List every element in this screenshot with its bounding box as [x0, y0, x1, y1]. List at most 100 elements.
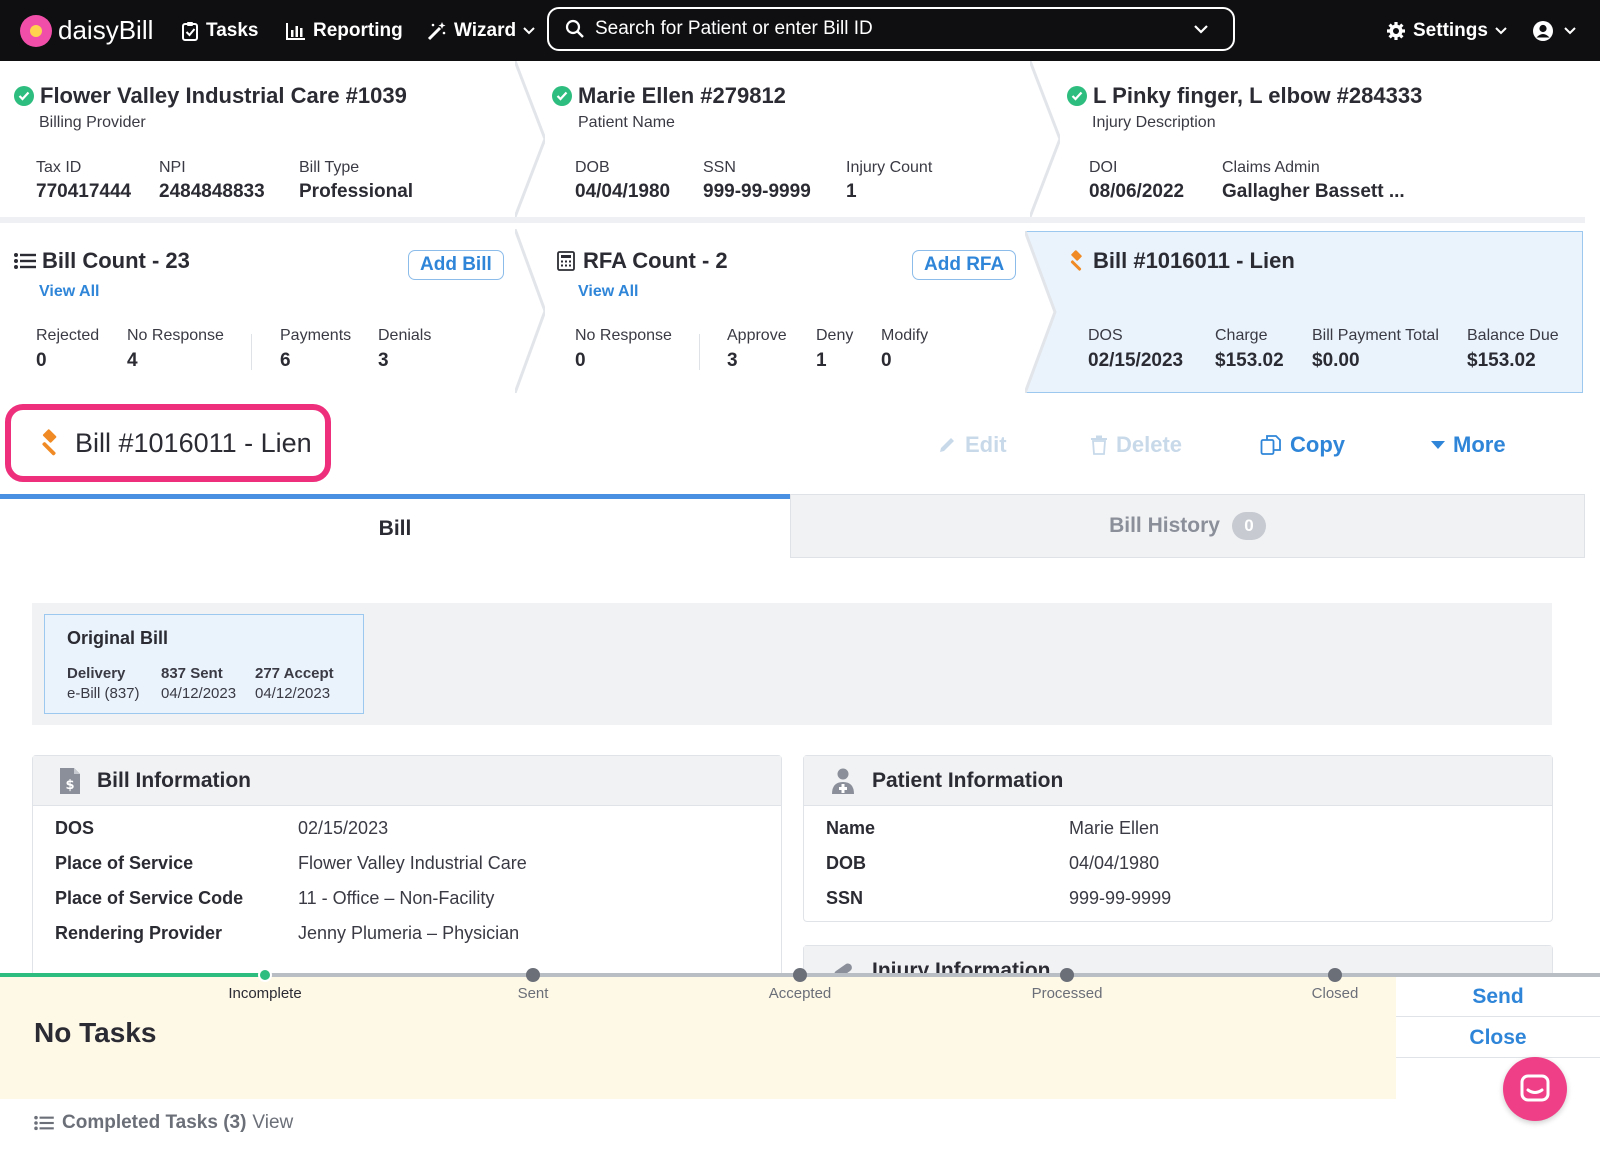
user-medical-icon: [832, 768, 854, 794]
rfa-view-all-link[interactable]: View All: [578, 283, 638, 301]
payments-label: Payments: [280, 327, 352, 344]
injury-count-value: 1: [846, 181, 857, 202]
tax-id-value: 770417444: [36, 181, 132, 202]
delete-button[interactable]: Delete: [1090, 432, 1182, 458]
accept-label: 277 Accept: [255, 665, 334, 682]
denials-label: Denials: [378, 327, 432, 344]
add-bill-button[interactable]: Add Bill: [408, 250, 504, 280]
bar-chart-icon: [286, 22, 305, 40]
daisy-logo-icon: [20, 14, 52, 47]
deny-value[interactable]: 1: [816, 350, 827, 372]
nav-wizard[interactable]: Wizard: [427, 0, 543, 61]
patient-title[interactable]: Marie Ellen #279812: [552, 83, 786, 109]
copy-button[interactable]: Copy: [1260, 432, 1345, 458]
doi-label: DOI: [1089, 159, 1118, 176]
edit-label: Edit: [965, 432, 1007, 457]
balance-due-label: Balance Due: [1467, 327, 1559, 344]
bill-action-panel: Send Close: [1396, 977, 1600, 1099]
more-dropdown[interactable]: More: [1431, 432, 1506, 458]
gavel-icon: [1070, 250, 1082, 271]
rfa-no-response-label: No Response: [575, 327, 672, 344]
send-button[interactable]: Send: [1396, 977, 1600, 1017]
search-input[interactable]: Search for Patient or enter Bill ID: [547, 7, 1235, 51]
approve-value[interactable]: 3: [727, 350, 738, 372]
current-bill-title: Bill #1016011 - Lien: [1065, 248, 1295, 274]
step-dot-incomplete: [258, 968, 272, 982]
add-rfa-button[interactable]: Add RFA: [912, 250, 1017, 280]
svg-text:$: $: [65, 778, 74, 793]
provider-title[interactable]: Flower Valley Industrial Care #1039: [14, 83, 407, 109]
no-response-value[interactable]: 4: [127, 350, 138, 372]
search-placeholder: Search for Patient or enter Bill ID: [595, 18, 873, 39]
nav-tasks[interactable]: Tasks: [181, 0, 258, 61]
copy-icon: [1260, 435, 1281, 455]
chevron-down-icon: [1495, 26, 1507, 34]
nav-account[interactable]: [1532, 0, 1584, 61]
patient-dob-key: DOB: [826, 853, 866, 873]
page-title: Bill #1016011 - Lien: [5, 404, 331, 482]
approve-label: Approve: [727, 327, 787, 344]
injury-subtitle: Injury Description: [1092, 114, 1216, 131]
step-dot-accepted: [793, 968, 807, 982]
breadcrumb-separator: [515, 229, 545, 393]
balance-due-value: $153.02: [1467, 350, 1536, 371]
patient-information-title: Patient Information: [872, 768, 1064, 792]
tab-bill-history[interactable]: Bill History 0: [790, 494, 1585, 558]
clipboard-check-icon: [182, 21, 198, 41]
dob-label: DOB: [575, 159, 610, 176]
charge-label: Charge: [1215, 327, 1268, 344]
dos-key: DOS: [55, 818, 95, 838]
divider: [251, 334, 252, 370]
patient-information-header: Patient Information: [804, 756, 1552, 806]
patient-ssn-key: SSN: [826, 888, 864, 908]
check-circle-icon: [552, 86, 572, 106]
pencil-icon: [940, 438, 954, 452]
modify-value[interactable]: 0: [881, 350, 892, 372]
original-bill-card[interactable]: Original Bill Delivery e-Bill (837) 837 …: [44, 614, 364, 714]
injury-title[interactable]: L Pinky finger, L elbow #284333: [1067, 83, 1422, 109]
app-logo[interactable]: daisyBill: [20, 0, 153, 61]
edit-button[interactable]: Edit: [937, 432, 1007, 458]
patient-name-val: Marie Ellen: [1069, 818, 1160, 838]
chat-launcher-button[interactable]: [1503, 1057, 1567, 1121]
bill-view-all-link[interactable]: View All: [39, 283, 99, 301]
payments-value[interactable]: 6: [280, 350, 291, 372]
close-button[interactable]: Close: [1396, 1018, 1600, 1058]
step-label-closed: Closed: [1311, 985, 1359, 1002]
bill-type-value: Professional: [299, 181, 414, 202]
breadcrumb-separator: [1025, 231, 1057, 393]
chevron-down-icon[interactable]: [1192, 19, 1210, 39]
tasks-panel: [0, 977, 1396, 1099]
nav-reporting-label: Reporting: [313, 19, 403, 41]
rfa-no-response-value[interactable]: 0: [575, 350, 586, 372]
check-circle-icon: [14, 86, 34, 106]
completed-tasks-view-link[interactable]: View: [252, 1112, 293, 1134]
logo-text: daisyBill: [58, 15, 154, 45]
nav-settings[interactable]: Settings: [1386, 0, 1515, 61]
current-bill-text: Bill #1016011 - Lien: [1093, 248, 1295, 273]
nav-reporting[interactable]: Reporting: [286, 0, 403, 61]
npi-value: 2484848833: [159, 181, 265, 202]
deny-label: Deny: [816, 327, 854, 344]
denials-value[interactable]: 3: [378, 350, 389, 372]
rfa-count-text: RFA Count - 2: [583, 248, 728, 273]
bill-count-title: Bill Count - 23: [14, 248, 190, 274]
user-circle-icon: [1533, 20, 1553, 41]
search-icon: [565, 19, 584, 38]
patient-dob-val: 04/04/1980: [1069, 853, 1160, 873]
step-label-incomplete: Incomplete: [228, 985, 302, 1002]
breadcrumb-separator: [1030, 61, 1060, 217]
payment-total-value: $0.00: [1312, 350, 1360, 371]
magic-wand-icon: [427, 21, 446, 40]
step-dot-sent: [526, 968, 540, 982]
dos-value: 02/15/2023: [1088, 350, 1184, 371]
accept-value: 04/12/2023: [255, 685, 331, 702]
patient-subtitle: Patient Name: [578, 114, 675, 131]
gear-icon: [1387, 21, 1405, 40]
dob-value: 04/04/1980: [575, 181, 671, 202]
tab-bill[interactable]: Bill: [0, 494, 790, 558]
step-label-processed: Processed: [1031, 985, 1103, 1002]
rejected-value[interactable]: 0: [36, 350, 47, 372]
history-count-badge: 0: [1231, 512, 1266, 540]
injury-title-text: L Pinky finger, L elbow #284333: [1093, 83, 1423, 108]
